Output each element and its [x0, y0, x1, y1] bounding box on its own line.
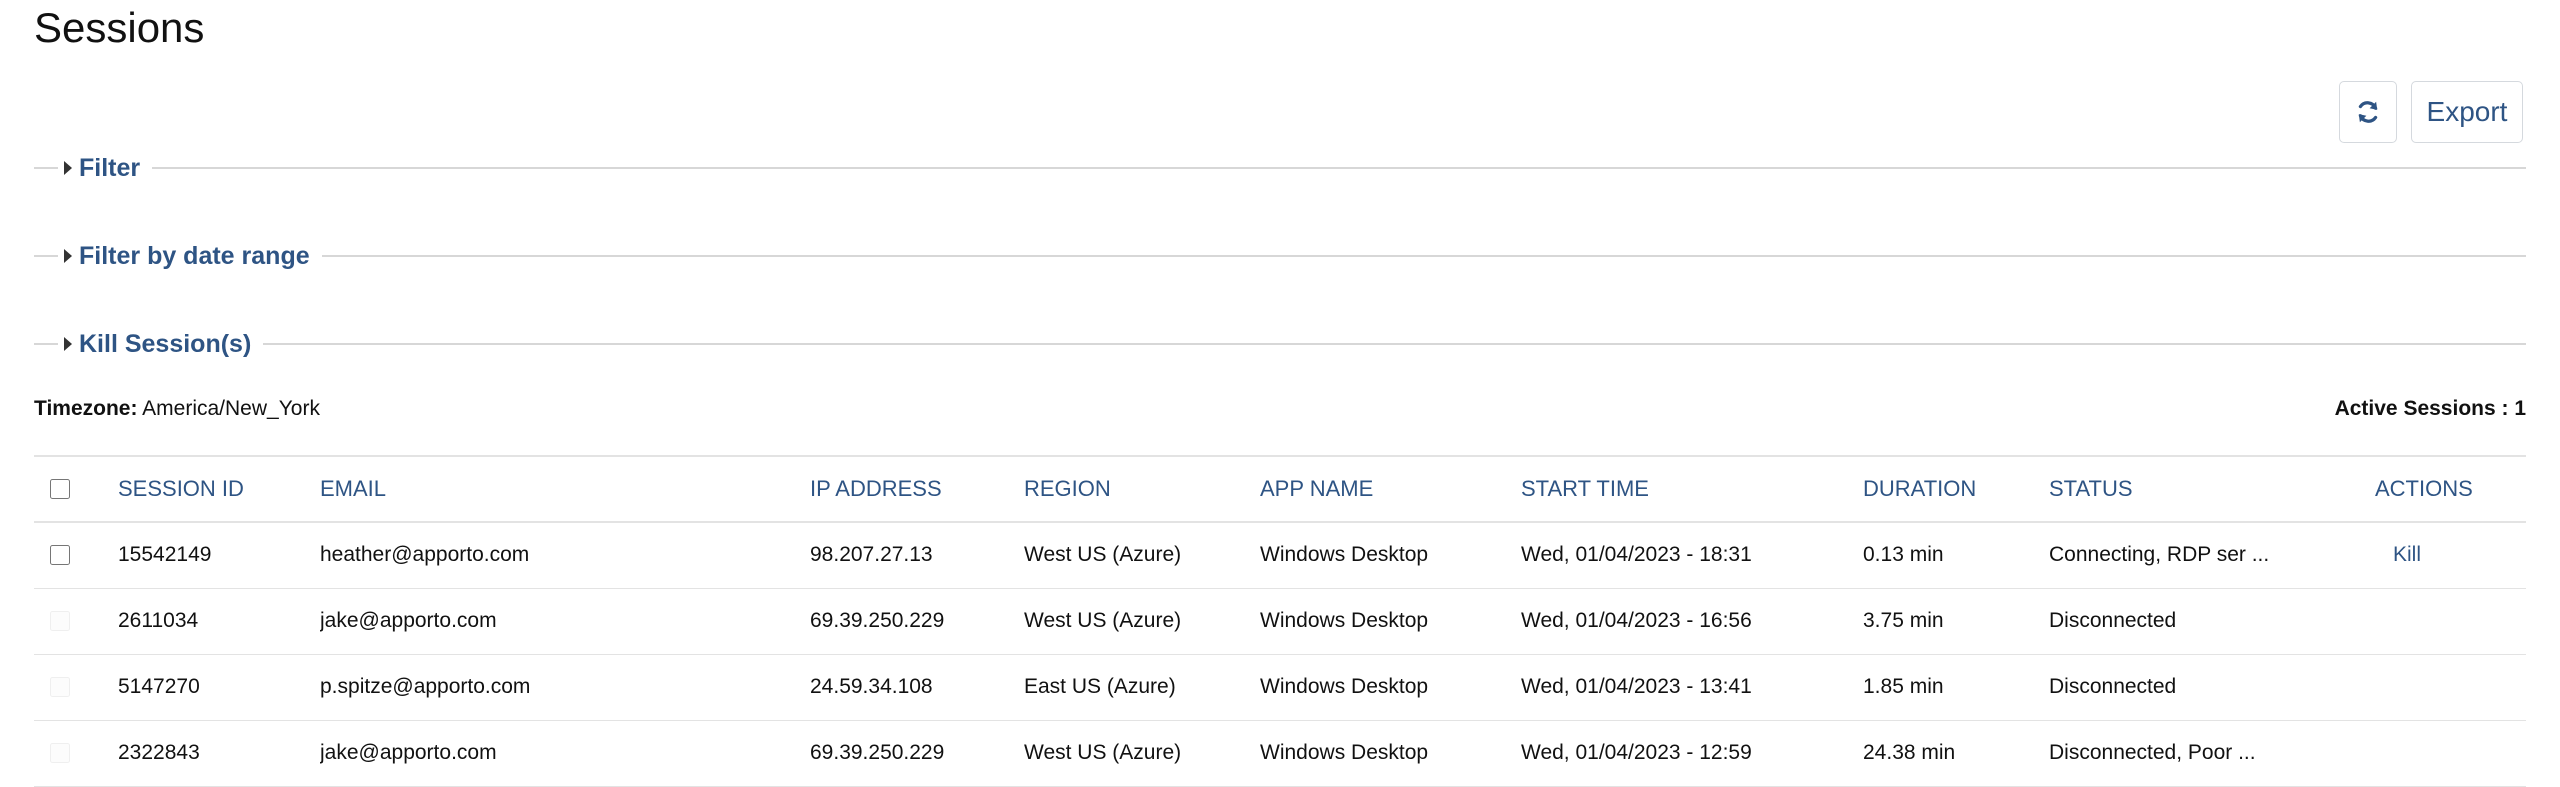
app-cell: Windows Desktop: [1260, 609, 1429, 632]
actions-cell: [2375, 588, 2526, 654]
table-row: 5147270 p.spitze@apporto.com 24.59.34.10…: [34, 654, 2526, 720]
filter-section: Filter: [34, 148, 2526, 188]
header-app-name[interactable]: APP NAME: [1260, 456, 1521, 522]
start-time-cell: Wed, 01/04/2023 - 13:41: [1521, 675, 1752, 698]
duration-cell: 24.38 min: [1863, 741, 1956, 764]
timezone-info: Timezone: America/New_York: [34, 394, 320, 424]
refresh-button[interactable]: [2339, 81, 2397, 143]
duration-cell: 1.85 min: [1863, 675, 1944, 698]
divider: [263, 343, 2526, 345]
duration-cell: 0.13 min: [1863, 543, 1944, 567]
kill-sessions-toggle[interactable]: Kill Session(s): [79, 330, 251, 359]
row-checkbox[interactable]: [50, 545, 70, 566]
actions-cell: Kill: [2375, 522, 2526, 588]
session-id-cell: 2611034: [118, 609, 199, 632]
select-cell: [34, 522, 118, 588]
header-select-cell: [34, 456, 118, 522]
row-checkbox: [50, 677, 70, 697]
refresh-icon: [2358, 101, 2378, 123]
email-cell: jake@apporto.com: [320, 609, 497, 632]
header-session-id[interactable]: SESSION ID: [118, 456, 320, 522]
kill-session-link[interactable]: Kill: [2375, 543, 2421, 566]
status-cell: Disconnected: [2049, 675, 2177, 698]
date-range-section: Filter by date range: [34, 236, 2526, 276]
region-cell: West US (Azure): [1024, 609, 1182, 632]
ip-cell: 98.207.27.13: [810, 543, 933, 567]
header-duration[interactable]: DURATION: [1863, 456, 2049, 522]
session-id-cell: 2322843: [118, 741, 200, 764]
actions-cell: [2375, 720, 2526, 786]
table-row: 2611034 jake@apporto.com 69.39.250.229 W…: [34, 588, 2526, 654]
status-cell: Disconnected, Poor ...: [2049, 741, 2256, 764]
select-cell: [34, 654, 118, 720]
row-checkbox: [50, 611, 70, 631]
session-id-cell: 15542149: [118, 543, 212, 567]
region-cell: East US (Azure): [1024, 675, 1176, 698]
select-cell: [34, 720, 118, 786]
row-checkbox: [50, 743, 70, 763]
status-cell: Connecting, RDP ser ...: [2049, 543, 2270, 567]
email-cell: heather@apporto.com: [320, 543, 530, 567]
email-cell: p.spitze@apporto.com: [320, 675, 531, 698]
status-cell: Disconnected: [2049, 609, 2177, 632]
timezone-label: Timezone:: [34, 397, 138, 420]
header-email[interactable]: EMAIL: [320, 456, 810, 522]
start-time-cell: Wed, 01/04/2023 - 16:56: [1521, 609, 1752, 632]
select-all-checkbox[interactable]: [50, 479, 70, 499]
table-row: 15542149 heather@apporto.com 98.207.27.1…: [34, 522, 2526, 588]
select-cell: [34, 588, 118, 654]
caret-right-icon[interactable]: [64, 161, 72, 175]
divider: [34, 343, 58, 345]
kill-sessions-section: Kill Session(s): [34, 324, 2526, 364]
email-cell: jake@apporto.com: [320, 741, 497, 764]
header-start-time[interactable]: START TIME: [1521, 456, 1863, 522]
ip-cell: 69.39.250.229: [810, 741, 945, 764]
active-sessions-count: Active Sessions : 1: [2334, 397, 2526, 420]
table-row: 2322843 jake@apporto.com 69.39.250.229 W…: [34, 720, 2526, 786]
header-ip-address[interactable]: IP ADDRESS: [810, 456, 1024, 522]
app-cell: Windows Desktop: [1260, 543, 1429, 567]
timezone-value: America/New_York: [142, 397, 320, 420]
divider: [152, 167, 2526, 169]
header-status[interactable]: STATUS: [2049, 456, 2375, 522]
header-region[interactable]: REGION: [1024, 456, 1260, 522]
caret-right-icon[interactable]: [64, 337, 72, 351]
toolbar: Export: [2339, 81, 2523, 143]
actions-cell: [2375, 654, 2526, 720]
divider: [34, 255, 58, 257]
app-cell: Windows Desktop: [1260, 741, 1429, 764]
region-cell: West US (Azure): [1024, 543, 1182, 567]
filter-toggle[interactable]: Filter: [79, 154, 140, 183]
app-cell: Windows Desktop: [1260, 675, 1429, 698]
table-header-row: SESSION ID EMAIL IP ADDRESS REGION APP N…: [34, 456, 2526, 522]
page-title: Sessions: [34, 4, 205, 51]
session-id-cell: 5147270: [118, 675, 200, 698]
ip-cell: 24.59.34.108: [810, 675, 933, 698]
sessions-table: SESSION ID EMAIL IP ADDRESS REGION APP N…: [34, 455, 2526, 787]
start-time-cell: Wed, 01/04/2023 - 12:59: [1521, 741, 1752, 764]
sessions-page: Sessions Export Filter Filter by date ra…: [0, 0, 2560, 787]
export-button[interactable]: Export: [2411, 81, 2523, 143]
header-actions: ACTIONS: [2375, 476, 2473, 501]
date-range-toggle[interactable]: Filter by date range: [79, 242, 310, 271]
duration-cell: 3.75 min: [1863, 609, 1944, 632]
caret-right-icon[interactable]: [64, 249, 72, 263]
divider: [321, 255, 2526, 257]
start-time-cell: Wed, 01/04/2023 - 18:31: [1521, 543, 1752, 567]
divider: [34, 167, 58, 169]
region-cell: West US (Azure): [1024, 741, 1182, 764]
ip-cell: 69.39.250.229: [810, 609, 945, 632]
